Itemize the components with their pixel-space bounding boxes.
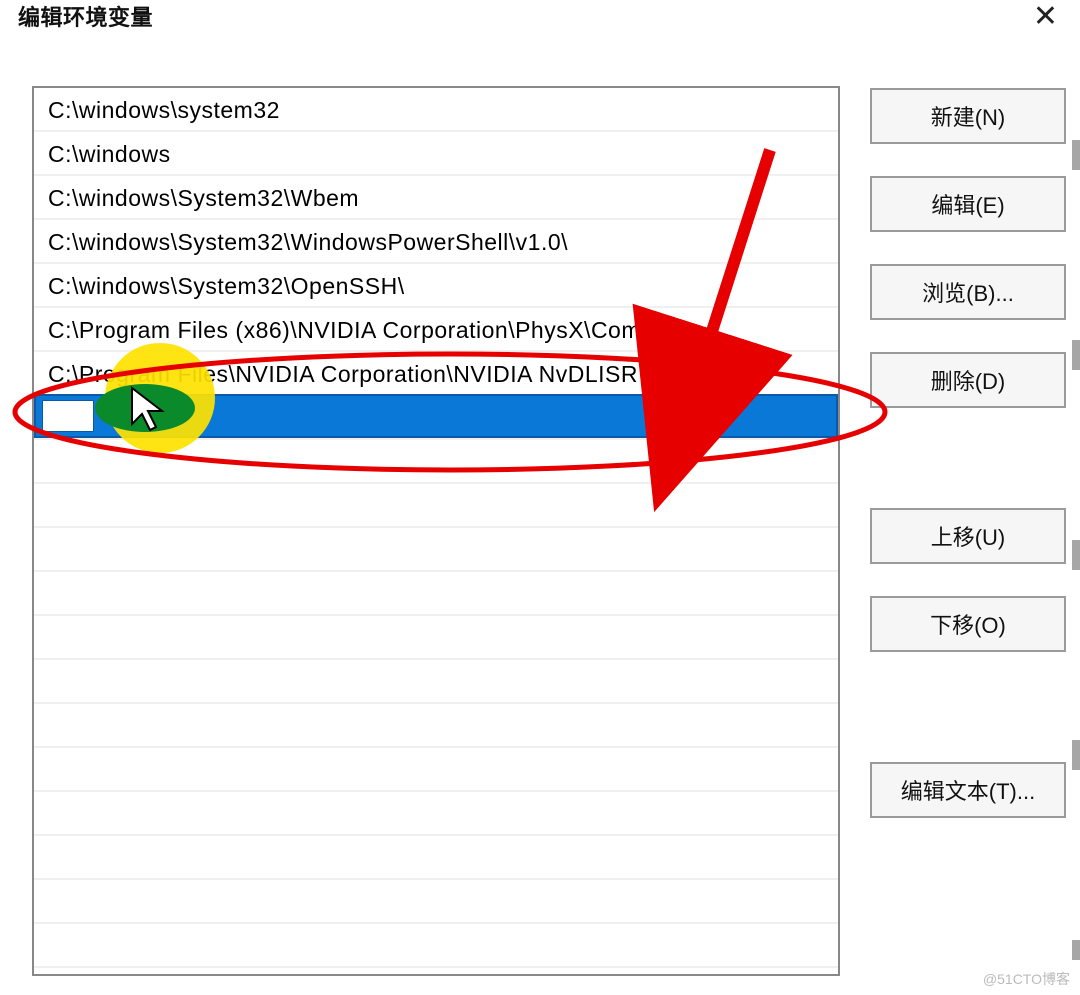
- path-list-items: C:\windows\system32 C:\windows C:\window…: [34, 88, 838, 438]
- list-item[interactable]: C:\windows\System32\OpenSSH\: [34, 264, 838, 308]
- new-button[interactable]: 新建(N): [870, 88, 1066, 144]
- edit-text-button[interactable]: 编辑文本(T)...: [870, 762, 1066, 818]
- list-item[interactable]: C:\windows\system32: [34, 88, 838, 132]
- close-button[interactable]: ✕: [1025, 0, 1066, 34]
- path-listbox[interactable]: C:\windows\system32 C:\windows C:\window…: [32, 86, 840, 976]
- delete-button[interactable]: 删除(D): [870, 352, 1066, 408]
- list-item[interactable]: C:\windows\System32\Wbem: [34, 176, 838, 220]
- title-bar: 编辑环境变量 ✕: [0, 0, 1080, 40]
- dialog-content: C:\windows\system32 C:\windows C:\window…: [32, 86, 1080, 995]
- move-up-button[interactable]: 上移(U): [870, 508, 1066, 564]
- move-down-button[interactable]: 下移(O): [870, 596, 1066, 652]
- edit-button[interactable]: 编辑(E): [870, 176, 1066, 232]
- watermark: @51CTO博客: [983, 969, 1070, 989]
- window-title: 编辑环境变量: [18, 0, 153, 32]
- new-entry-input[interactable]: [34, 394, 838, 438]
- text-caret-box: [42, 400, 94, 432]
- list-item[interactable]: C:\Program Files\NVIDIA Corporation\NVID…: [34, 352, 838, 396]
- list-item[interactable]: C:\windows\System32\WindowsPowerShell\v1…: [34, 220, 838, 264]
- button-column: 新建(N) 编辑(E) 浏览(B)... 删除(D) 上移(U) 下移(O) 编…: [870, 88, 1066, 850]
- edge-artifact: [1072, 60, 1080, 960]
- list-item[interactable]: C:\Program Files (x86)\NVIDIA Corporatio…: [34, 308, 838, 352]
- browse-button[interactable]: 浏览(B)...: [870, 264, 1066, 320]
- list-item[interactable]: C:\windows: [34, 132, 838, 176]
